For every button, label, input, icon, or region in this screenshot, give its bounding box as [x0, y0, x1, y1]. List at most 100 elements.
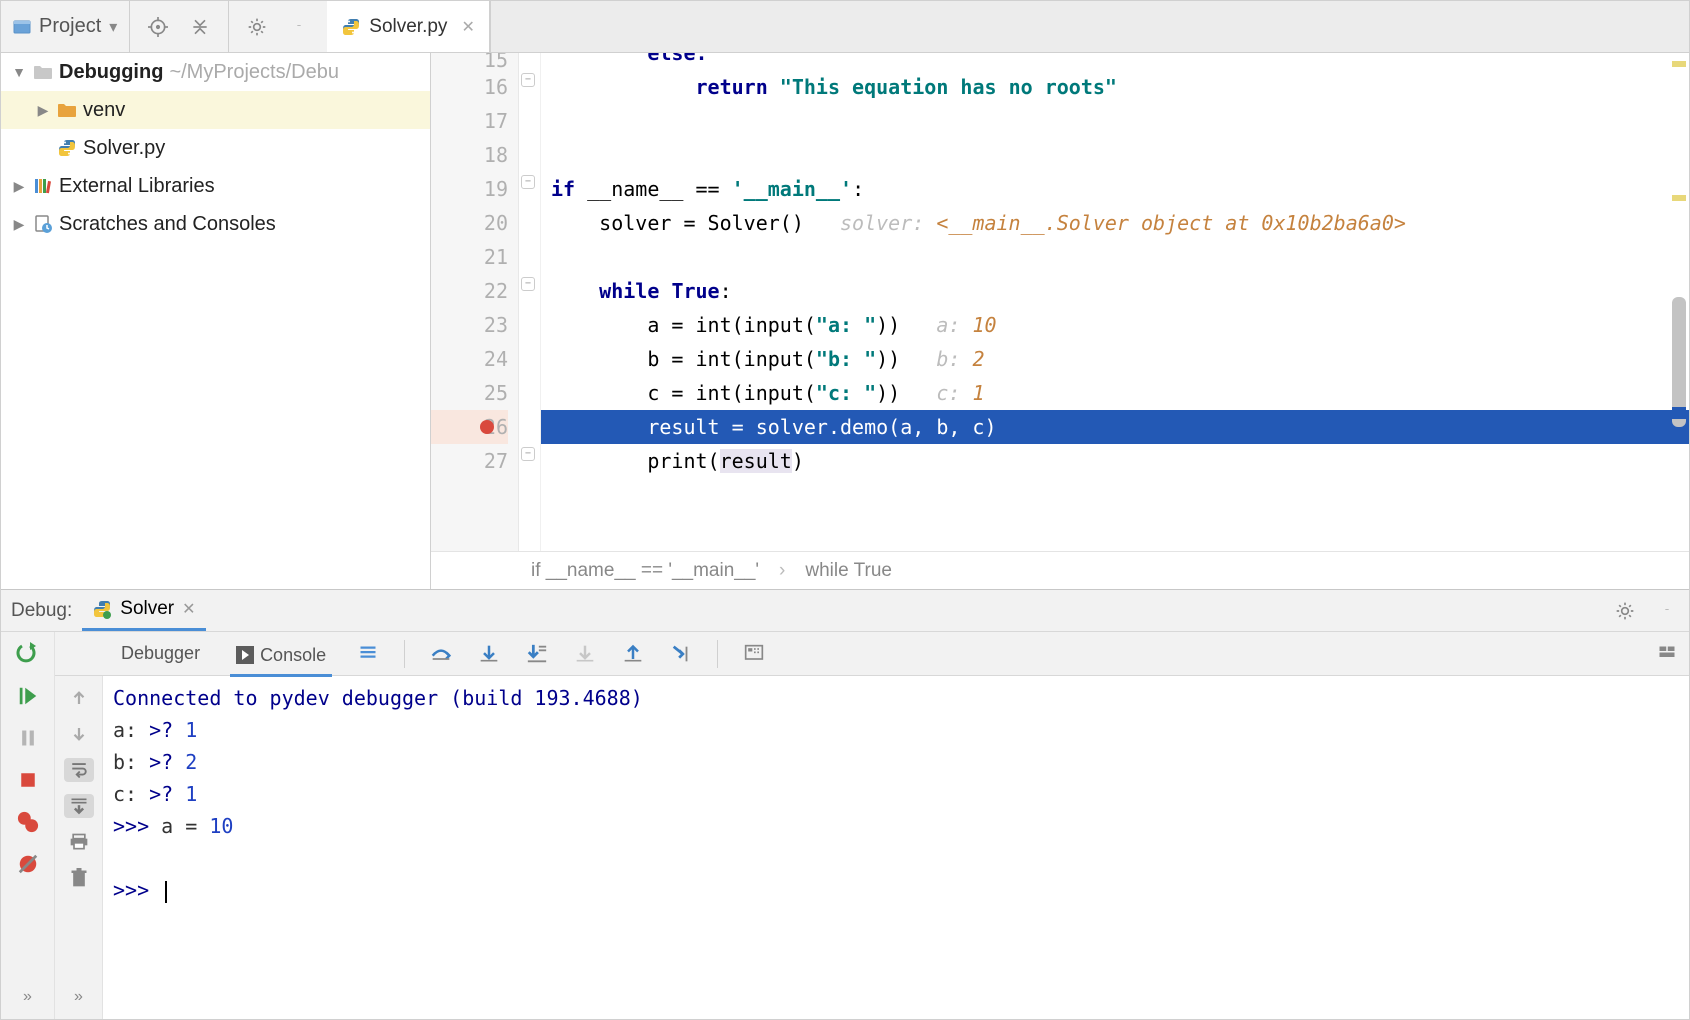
console-prompt[interactable]: >>> [113, 874, 1679, 906]
project-label: Project [39, 15, 101, 38]
console-line: b: >? 2 [113, 746, 1679, 778]
pause-icon[interactable] [13, 726, 43, 750]
scroll-to-end-icon[interactable] [64, 794, 94, 818]
step-out-icon[interactable] [621, 642, 645, 666]
trash-icon[interactable] [64, 866, 94, 890]
layout-icon[interactable] [1655, 642, 1679, 666]
tab-console[interactable]: Console [230, 641, 332, 677]
line-number: 16 [484, 75, 508, 99]
minimize-icon[interactable] [1655, 599, 1679, 623]
gear-icon[interactable] [1613, 599, 1637, 623]
tree-root-label: Debugging [59, 61, 163, 84]
fold-marker-icon[interactable]: − [521, 73, 535, 87]
tree-scratches[interactable]: ▶ Scratches and Consoles [1, 205, 430, 243]
line-number: 18 [484, 143, 508, 167]
scroll-down-icon[interactable] [64, 722, 94, 746]
tree-item-venv[interactable]: ▶ venv [1, 91, 430, 129]
debug-label: Debug: [11, 600, 72, 622]
console-line: a: >? 1 [113, 714, 1679, 746]
debug-session-tab[interactable]: Solver ✕ [82, 590, 205, 631]
console-rail: » [55, 676, 103, 1019]
console-line: Connected to pydev debugger (build 193.4… [113, 682, 1679, 714]
editor-scrollbar[interactable] [1671, 55, 1687, 511]
gear-icon[interactable] [245, 15, 269, 39]
code-line [541, 104, 1689, 138]
code-line: solver = Solver() solver: <__main__.Solv… [541, 206, 1689, 240]
tree-external-libs[interactable]: ▶ External Libraries [1, 167, 430, 205]
scratch-icon [33, 214, 53, 234]
editor-gutter: 15 16 17 18 19 20 21 22 23 24 25 26 27 [431, 53, 519, 551]
line-number: 19 [484, 177, 508, 201]
code-editor[interactable]: 15 16 17 18 19 20 21 22 23 24 25 26 27 −… [431, 53, 1689, 551]
chevron-right-icon: › [779, 560, 785, 582]
more-icon[interactable]: » [64, 985, 94, 1009]
tree-item-solver[interactable]: Solver.py [1, 129, 430, 167]
editor-tab-solver[interactable]: Solver.py ✕ [327, 1, 490, 52]
scroll-up-icon[interactable] [64, 686, 94, 710]
resume-icon[interactable] [13, 684, 43, 708]
debug-session-label: Solver [120, 598, 174, 620]
line-number: 24 [484, 347, 508, 371]
code-line: while True: [541, 274, 1689, 308]
breadcrumb-item[interactable]: if __name__ == '__main__' [531, 560, 759, 582]
chevron-right-icon: ▶ [35, 102, 51, 119]
more-icon[interactable]: » [13, 985, 43, 1009]
breakpoint-icon[interactable] [480, 420, 494, 434]
project-tree: ▼ Debugging ~/MyProjects/Debu ▶ venv Sol… [1, 53, 431, 589]
python-file-icon [341, 17, 361, 37]
console-line: >>> a = 10 [113, 810, 1679, 842]
view-breakpoints-icon[interactable] [13, 810, 43, 834]
chevron-down-icon: ▼ [11, 64, 27, 80]
fold-marker-icon[interactable]: − [521, 175, 535, 189]
chevron-right-icon: ▶ [11, 178, 27, 195]
step-into-icon[interactable] [477, 642, 501, 666]
tab-debugger[interactable]: Debugger [115, 639, 206, 668]
tree-item-label: Solver.py [83, 137, 165, 160]
breadcrumb[interactable]: if __name__ == '__main__' › while True [431, 551, 1689, 589]
fold-marker-icon[interactable]: − [521, 447, 535, 461]
debug-toolbar: Debugger Console [55, 632, 1689, 676]
print-icon[interactable] [64, 830, 94, 854]
code-line: b = int(input("b: ")) b: 2 [541, 342, 1689, 376]
close-tab-icon[interactable]: ✕ [461, 17, 474, 37]
fold-marker-icon[interactable]: − [521, 277, 535, 291]
close-icon[interactable]: ✕ [182, 599, 195, 619]
code-line: c = int(input("c: ")) c: 1 [541, 376, 1689, 410]
tree-item-label: Scratches and Consoles [59, 213, 276, 236]
minimize-icon[interactable] [287, 15, 311, 39]
chevron-down-icon: ▾ [109, 17, 117, 37]
line-number: 27 [484, 449, 508, 473]
tree-root[interactable]: ▼ Debugging ~/MyProjects/Debu [1, 53, 430, 91]
rerun-icon[interactable] [13, 642, 43, 666]
debug-tabbar: Debug: Solver ✕ [1, 590, 1689, 632]
line-number: 21 [484, 245, 508, 269]
code-line: return "This equation has no roots" [541, 70, 1689, 104]
line-number: 23 [484, 313, 508, 337]
console-output[interactable]: Connected to pydev debugger (build 193.4… [103, 676, 1689, 1019]
step-into-my-code-icon[interactable] [525, 642, 549, 666]
line-number: 22 [484, 279, 508, 303]
force-step-into-icon[interactable] [573, 642, 597, 666]
target-icon[interactable] [146, 15, 170, 39]
project-tool-button[interactable]: Project ▾ [1, 1, 130, 52]
project-header-right [229, 1, 327, 52]
tree-item-label: venv [83, 99, 125, 122]
python-file-icon [92, 599, 112, 619]
line-number: 17 [484, 109, 508, 133]
soft-wrap-icon[interactable] [64, 758, 94, 782]
code-content[interactable]: else: return "This equation has no roots… [541, 53, 1689, 551]
folder-icon [33, 64, 53, 80]
text-cursor [165, 881, 167, 903]
top-header: Project ▾ Solver.py ✕ [1, 1, 1689, 53]
line-number: 25 [484, 381, 508, 405]
stop-icon[interactable] [13, 768, 43, 792]
evaluate-expression-icon[interactable] [742, 642, 766, 666]
breadcrumb-item[interactable]: while True [805, 560, 892, 582]
threads-icon[interactable] [356, 642, 380, 666]
step-over-icon[interactable] [429, 642, 453, 666]
run-to-cursor-icon[interactable] [669, 642, 693, 666]
fold-column: − − − − [519, 53, 541, 551]
mute-breakpoints-icon[interactable] [13, 852, 43, 876]
collapse-icon[interactable] [188, 15, 212, 39]
tab-console-label: Console [260, 645, 326, 666]
